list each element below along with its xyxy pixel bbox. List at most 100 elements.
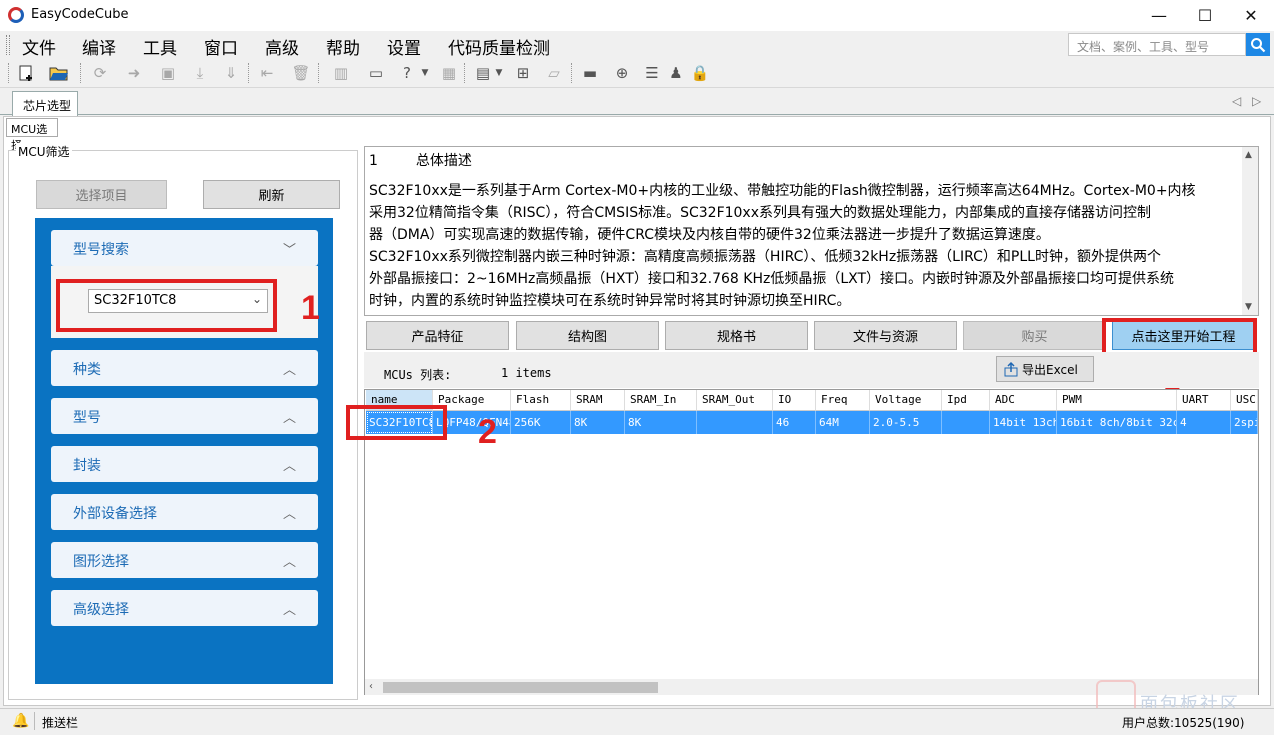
menu-compile[interactable]: 编译 — [82, 34, 116, 59]
minimize-icon[interactable]: — — [1136, 0, 1182, 31]
column-header[interactable]: IO — [773, 390, 816, 411]
bell-icon[interactable]: 🔔 — [12, 713, 29, 729]
search-input[interactable]: 文档、案例、工具、型号 — [1068, 33, 1246, 56]
delete-icon[interactable]: 🗑 — [290, 62, 312, 84]
folder-icon[interactable]: ▱ — [543, 62, 565, 84]
export-icon — [1003, 361, 1019, 377]
book-icon[interactable]: ▥ — [330, 62, 352, 84]
accordion-model-search[interactable]: 型号搜索 ﹀ — [51, 230, 318, 266]
download-all-icon[interactable]: ⇓ — [220, 62, 242, 84]
search-chip-icon[interactable]: ⊞ — [512, 62, 534, 84]
datasheet-button[interactable]: 规格书 — [665, 321, 808, 350]
structure-button[interactable]: 结构图 — [516, 321, 659, 350]
table-cell[interactable]: 14bit 13ch — [990, 411, 1057, 434]
files-resources-button[interactable]: 文件与资源 — [814, 321, 957, 350]
menu-window[interactable]: 窗口 — [204, 34, 238, 59]
menu-tools[interactable]: 工具 — [143, 34, 177, 59]
column-header[interactable]: Flash — [511, 390, 571, 411]
description-line: SC32F10xx是一系列基于Arm Cortex-M0+内核的工业级、带触控功… — [369, 183, 1196, 199]
accordion-label: 型号搜索 — [73, 242, 129, 258]
window-title: EasyCodeCube — [31, 7, 129, 22]
tab-prev-icon[interactable]: ◁ — [1232, 94, 1241, 108]
accordion-peripherals[interactable]: 外部设备选择 ︿ — [51, 494, 318, 530]
table-cell[interactable]: 46 — [773, 411, 816, 434]
column-header[interactable]: Ipd — [942, 390, 990, 411]
menu-settings[interactable]: 设置 — [387, 34, 421, 59]
refresh-icon[interactable]: ⟳ — [89, 62, 111, 84]
new-file-icon[interactable] — [15, 62, 37, 84]
column-header[interactable]: SRAM — [571, 390, 625, 411]
table-cell[interactable]: 8K — [625, 411, 697, 434]
table-cell[interactable]: 64M — [816, 411, 870, 434]
accordion-label: 种类 — [73, 362, 101, 378]
build-icon[interactable]: ▣ — [157, 62, 179, 84]
open-folder-icon[interactable] — [48, 62, 70, 84]
exit-icon[interactable]: ⇤ — [256, 62, 278, 84]
menu-file[interactable]: 文件 — [22, 34, 56, 59]
globe-icon[interactable]: ⊕ — [611, 62, 633, 84]
table-cell[interactable]: 2.0-5.5 — [870, 411, 942, 434]
chat-icon[interactable]: ▬ — [579, 62, 601, 84]
column-header[interactable]: SRAM_Out — [697, 390, 773, 411]
accordion-category[interactable]: 种类 ︿ — [51, 350, 318, 386]
description-panel[interactable]: 1 总体描述 SC32F10xx是一系列基于Arm Cortex-M0+内核的工业… — [364, 146, 1259, 316]
column-header[interactable]: PWM — [1057, 390, 1177, 411]
push-bar-label[interactable]: 推送栏 — [42, 714, 78, 731]
column-header[interactable]: UART — [1177, 390, 1231, 411]
table-cell[interactable]: 2spi — [1231, 411, 1258, 434]
download-icon[interactable]: ⤓ — [189, 62, 211, 84]
list-icon[interactable]: ☰ — [641, 62, 663, 84]
buy-button[interactable]: 购买 — [963, 321, 1106, 350]
accordion-advanced[interactable]: 高级选择 ︿ — [51, 590, 318, 626]
features-button[interactable]: 产品特征 — [366, 321, 509, 350]
description-scrollbar[interactable] — [1242, 147, 1258, 315]
tab-mcu-select[interactable]: MCU选择 — [6, 118, 58, 152]
description-line: SC32F10xx系列微控制器内嵌三种时钟源：高精度高频振荡器（HIRC）、低频… — [369, 249, 1161, 265]
table-cell[interactable]: 8K — [571, 411, 625, 434]
chip-icon[interactable]: ▦ — [438, 62, 460, 84]
chevron-down-icon[interactable]: ▼ — [420, 62, 430, 84]
accordion-model[interactable]: 型号 ︿ — [51, 398, 318, 434]
document-icon[interactable]: ▤ — [472, 62, 494, 84]
select-project-button[interactable]: 选择项目 — [36, 180, 167, 209]
tab-chip-selection[interactable]: 芯片选型 — [12, 91, 78, 116]
scroll-left-icon[interactable]: ‹ — [369, 681, 373, 692]
table-cell[interactable] — [942, 411, 990, 434]
toolbar-separator — [571, 63, 572, 83]
forward-icon[interactable]: ➜ — [123, 62, 145, 84]
toolbar-separator — [248, 63, 249, 83]
table-cell[interactable]: 4 — [1177, 411, 1231, 434]
mcu-table — [364, 389, 1259, 695]
table-cell[interactable]: 256K — [511, 411, 571, 434]
code-help-icon[interactable]: ? — [396, 62, 418, 84]
scroll-down-icon[interactable]: ▼ — [1245, 302, 1252, 312]
menu-help[interactable]: 帮助 — [326, 34, 360, 59]
chevron-down-icon[interactable]: ▼ — [494, 62, 504, 84]
menu-advanced[interactable]: 高级 — [265, 34, 299, 59]
column-header[interactable]: ADC — [990, 390, 1057, 411]
column-header[interactable]: USCI — [1231, 390, 1258, 411]
export-excel-button[interactable]: 导出Excel — [996, 356, 1094, 382]
accordion-graphics[interactable]: 图形选择 ︿ — [51, 542, 318, 578]
table-cell[interactable]: 16bit 8ch/8bit 32ch — [1057, 411, 1177, 434]
accordion-package[interactable]: 封装 ︿ — [51, 446, 318, 482]
monitor-icon[interactable]: ▭ — [365, 62, 387, 84]
user-icon[interactable]: ♟ — [665, 62, 687, 84]
maximize-icon[interactable]: ☐ — [1182, 0, 1228, 31]
column-header[interactable]: Freq — [816, 390, 870, 411]
mcu-filter-title: MCU筛选 — [16, 143, 72, 160]
scroll-thumb[interactable] — [383, 682, 658, 693]
refresh-button[interactable]: 刷新 — [203, 180, 340, 209]
close-icon[interactable]: ✕ — [1228, 0, 1274, 31]
column-header[interactable]: SRAM_In — [625, 390, 697, 411]
chevron-up-icon: ︿ — [282, 507, 296, 522]
scroll-up-icon[interactable]: ▲ — [1245, 150, 1252, 160]
annotation-box-1 — [56, 279, 277, 332]
lock-icon[interactable]: 🔒 — [689, 62, 711, 84]
column-header[interactable]: Voltage — [870, 390, 942, 411]
table-cell[interactable] — [697, 411, 773, 434]
heading-number: 1 — [369, 153, 378, 169]
search-icon[interactable] — [1246, 33, 1270, 56]
menu-code-quality[interactable]: 代码质量检测 — [448, 34, 550, 59]
tab-next-icon[interactable]: ▷ — [1252, 94, 1261, 108]
